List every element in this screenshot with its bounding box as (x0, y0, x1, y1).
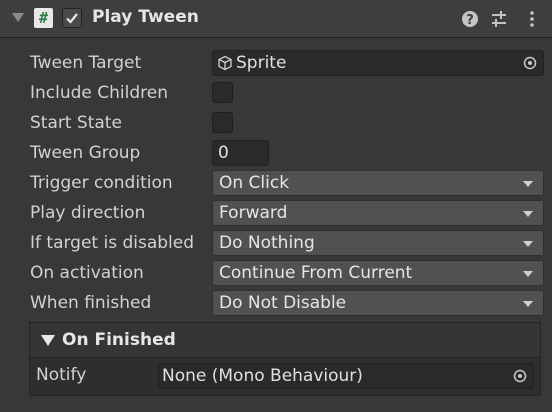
row-start-state: Start State (0, 110, 552, 136)
object-picker-icon[interactable] (523, 56, 537, 70)
row-when-finished: When finished Do Not Disable (0, 290, 552, 316)
row-on-activation: On activation Continue From Current (0, 260, 552, 286)
if-target-disabled-label: If target is disabled (30, 233, 195, 253)
row-tween-group: Tween Group 0 (0, 140, 552, 166)
tween-group-input[interactable]: 0 (212, 140, 269, 166)
dropdown-caret-icon (523, 271, 533, 277)
tween-group-label: Tween Group (30, 143, 141, 163)
svg-text:?: ? (466, 13, 474, 28)
when-finished-dropdown[interactable]: Do Not Disable (212, 290, 544, 316)
trigger-condition-value: On Click (219, 173, 290, 193)
row-include-children: Include Children (0, 80, 552, 106)
component-header: # Play Tween ? (0, 0, 552, 38)
on-activation-label: On activation (30, 263, 144, 283)
foldout-arrow-icon[interactable] (41, 335, 55, 346)
include-children-checkbox[interactable] (212, 82, 233, 103)
cube-icon (218, 55, 232, 71)
row-trigger-condition: Trigger condition On Click (0, 170, 552, 196)
component-enabled-checkbox[interactable] (62, 8, 82, 28)
row-if-target-disabled: If target is disabled Do Nothing (0, 230, 552, 256)
play-direction-value: Forward (219, 203, 288, 223)
trigger-condition-dropdown[interactable]: On Click (212, 170, 544, 196)
trigger-condition-label: Trigger condition (30, 173, 173, 193)
on-finished-event-panel: On Finished Notify None (Mono Behaviour) (29, 322, 541, 396)
dropdown-caret-icon (523, 301, 533, 307)
row-tween-target: Tween Target Sprite (0, 50, 552, 76)
row-play-direction: Play direction Forward (0, 200, 552, 226)
foldout-arrow-icon[interactable] (12, 13, 24, 22)
play-direction-dropdown[interactable]: Forward (212, 200, 544, 226)
when-finished-label: When finished (30, 293, 152, 313)
kebab-menu-icon[interactable] (522, 9, 542, 29)
start-state-label: Start State (30, 113, 122, 133)
play-direction-label: Play direction (30, 203, 146, 223)
if-target-disabled-dropdown[interactable]: Do Nothing (212, 230, 544, 256)
presets-icon[interactable] (489, 9, 509, 29)
on-activation-value: Continue From Current (219, 263, 413, 283)
when-finished-value: Do Not Disable (219, 293, 347, 313)
on-finished-body: Notify None (Mono Behaviour) (30, 358, 540, 395)
on-finished-title: On Finished (62, 330, 176, 350)
notify-value: None (Mono Behaviour) (162, 366, 363, 386)
if-target-disabled-value: Do Nothing (219, 233, 315, 253)
tween-target-label: Tween Target (30, 53, 142, 73)
dropdown-caret-icon (523, 241, 533, 247)
object-picker-icon[interactable] (513, 369, 527, 383)
include-children-label: Include Children (30, 83, 169, 103)
tween-target-field[interactable]: Sprite (212, 50, 544, 76)
start-state-checkbox[interactable] (212, 112, 233, 133)
tween-target-value: Sprite (236, 53, 287, 73)
component-title: Play Tween (92, 7, 199, 27)
dropdown-caret-icon (523, 211, 533, 217)
script-icon: # (34, 8, 53, 28)
on-finished-header[interactable]: On Finished (30, 323, 540, 358)
notify-field[interactable]: None (Mono Behaviour) (158, 363, 534, 389)
dropdown-caret-icon (523, 181, 533, 187)
help-icon[interactable]: ? (460, 9, 480, 29)
on-activation-dropdown[interactable]: Continue From Current (212, 260, 544, 286)
checkmark-icon (66, 13, 78, 24)
notify-label: Notify (36, 365, 87, 385)
